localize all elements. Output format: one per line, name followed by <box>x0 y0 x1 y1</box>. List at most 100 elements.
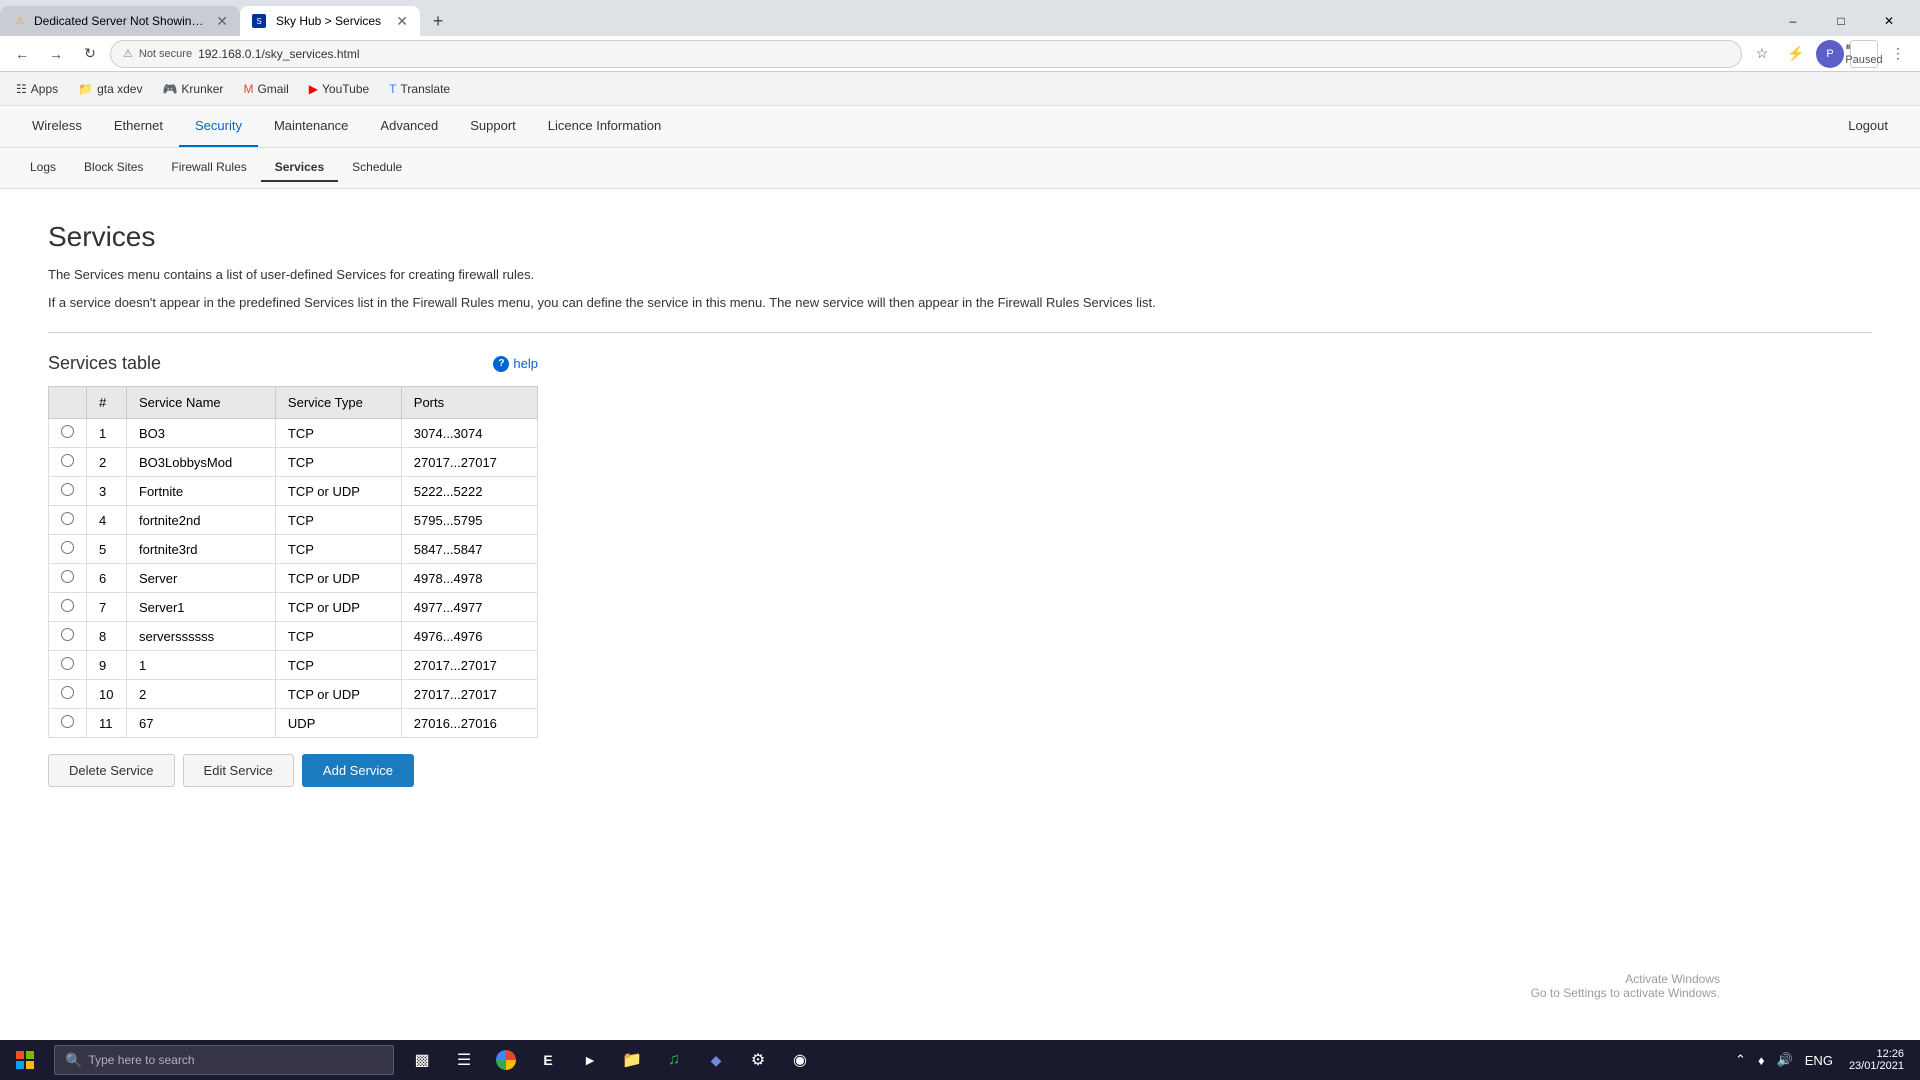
extensions-button[interactable]: ⚡ <box>1782 40 1810 68</box>
row-radio-cell[interactable] <box>49 477 87 506</box>
taskbar-app-other[interactable]: ◉ <box>780 1040 820 1080</box>
network-icon[interactable]: ♦ <box>1754 1051 1769 1070</box>
folder-icon: 📁 <box>78 82 93 96</box>
table-row[interactable]: 9 1 TCP 27017...27017 <box>49 651 538 680</box>
row-radio-9[interactable] <box>61 657 74 670</box>
subnav-services[interactable]: Services <box>261 154 338 182</box>
row-radio-cell[interactable] <box>49 535 87 564</box>
help-label: help <box>513 356 538 371</box>
row-radio-cell[interactable] <box>49 506 87 535</box>
add-service-button[interactable]: Add Service <box>302 754 414 787</box>
button-group: Delete Service Edit Service Add Service <box>48 754 1872 787</box>
table-row[interactable]: 4 fortnite2nd TCP 5795...5795 <box>49 506 538 535</box>
row-radio-cell[interactable] <box>49 709 87 738</box>
nav-security[interactable]: Security <box>179 106 258 147</box>
table-row[interactable]: 5 fortnite3rd TCP 5847...5847 <box>49 535 538 564</box>
row-radio-4[interactable] <box>61 512 74 525</box>
chevron-up-icon[interactable]: ⌃ <box>1731 1050 1750 1070</box>
row-radio-6[interactable] <box>61 570 74 583</box>
table-row[interactable]: 10 2 TCP or UDP 27017...27017 <box>49 680 538 709</box>
row-radio-7[interactable] <box>61 599 74 612</box>
nav-support[interactable]: Support <box>454 106 532 147</box>
table-row[interactable]: 6 Server TCP or UDP 4978...4978 <box>49 564 538 593</box>
taskbar-search-input[interactable] <box>88 1053 383 1067</box>
taskbar-app-chrome[interactable] <box>486 1040 526 1080</box>
table-row[interactable]: 11 67 UDP 27016...27016 <box>49 709 538 738</box>
row-radio-5[interactable] <box>61 541 74 554</box>
speaker-icon[interactable]: 🔊 <box>1773 1050 1797 1070</box>
bookmark-button[interactable]: ☆ <box>1748 40 1776 68</box>
taskbar-app-files[interactable]: 📁 <box>612 1040 652 1080</box>
router-nav-sub: Logs Block Sites Firewall Rules Services… <box>0 148 1920 188</box>
nav-advanced[interactable]: Advanced <box>364 106 454 147</box>
tab-1-close[interactable]: ✕ <box>216 14 228 28</box>
bookmark-gmail[interactable]: M Gmail <box>235 78 296 100</box>
taskbar-app-epic[interactable]: E <box>528 1040 568 1080</box>
nav-logout[interactable]: Logout <box>1832 106 1904 147</box>
table-row[interactable]: 7 Server1 TCP or UDP 4977...4977 <box>49 593 538 622</box>
subnav-firewall[interactable]: Firewall Rules <box>157 154 260 182</box>
taskbar-app-steam[interactable]: ► <box>570 1040 610 1080</box>
tab-1[interactable]: ⚠ Dedicated Server Not Showing U... ✕ <box>0 6 240 36</box>
lang-indicator[interactable]: ENG <box>1801 1051 1837 1070</box>
row-type: UDP <box>275 709 401 738</box>
col-header-num: # <box>87 387 127 419</box>
bookmark-youtube[interactable]: ▶ YouTube <box>301 78 377 100</box>
forward-button[interactable]: → <box>42 40 70 68</box>
bookmark-krunker[interactable]: 🎮 Krunker <box>154 78 231 100</box>
profile-button[interactable]: P <box>1816 40 1844 68</box>
nav-wireless[interactable]: Wireless <box>16 106 98 147</box>
table-row[interactable]: 3 Fortnite TCP or UDP 5222...5222 <box>49 477 538 506</box>
new-tab-button[interactable]: + <box>424 7 452 35</box>
row-radio-8[interactable] <box>61 628 74 641</box>
row-radio-cell[interactable] <box>49 651 87 680</box>
row-radio-cell[interactable] <box>49 680 87 709</box>
taskbar-clock[interactable]: 12:26 23/01/2021 <box>1841 1048 1912 1072</box>
subnav-logs[interactable]: Logs <box>16 154 70 182</box>
start-button[interactable] <box>0 1040 50 1080</box>
row-radio-1[interactable] <box>61 425 74 438</box>
row-num: 3 <box>87 477 127 506</box>
bookmark-gta[interactable]: 📁 gta xdev <box>70 78 150 100</box>
subnav-schedule[interactable]: Schedule <box>338 154 416 182</box>
maximize-button[interactable]: □ <box>1818 6 1864 36</box>
taskview-button[interactable]: ▩ <box>402 1040 442 1080</box>
taskbar-app-spotify[interactable]: ♫ <box>654 1040 694 1080</box>
row-radio-10[interactable] <box>61 686 74 699</box>
row-type: TCP <box>275 419 401 448</box>
url-bar[interactable]: ⚠ Not secure 192.168.0.1/sky_services.ht… <box>110 40 1742 68</box>
row-radio-cell[interactable] <box>49 593 87 622</box>
taskbar-search-bar[interactable]: 🔍 <box>54 1045 394 1075</box>
refresh-button[interactable]: ↻ <box>76 40 104 68</box>
subnav-blocksites[interactable]: Block Sites <box>70 154 157 182</box>
taskbar-app-discord[interactable]: ◆ <box>696 1040 736 1080</box>
table-row[interactable]: 1 BO3 TCP 3074...3074 <box>49 419 538 448</box>
row-radio-11[interactable] <box>61 715 74 728</box>
delete-service-button[interactable]: Delete Service <box>48 754 175 787</box>
row-radio-cell[interactable] <box>49 448 87 477</box>
bookmark-apps[interactable]: ☷ Apps <box>8 78 66 100</box>
tab-2[interactable]: S Sky Hub > Services ✕ <box>240 6 420 36</box>
table-row[interactable]: 8 serverssssss TCP 4976...4976 <box>49 622 538 651</box>
bookmark-translate[interactable]: T Translate <box>381 78 458 100</box>
taskbar-app-settings[interactable]: ⚙ <box>738 1040 778 1080</box>
row-radio-cell[interactable] <box>49 622 87 651</box>
help-link[interactable]: ? help <box>493 356 538 372</box>
menu-button[interactable]: ⋮ <box>1884 40 1912 68</box>
edit-service-button[interactable]: Edit Service <box>183 754 294 787</box>
minimize-button[interactable]: – <box>1770 6 1816 36</box>
row-radio-cell[interactable] <box>49 564 87 593</box>
row-radio-3[interactable] <box>61 483 74 496</box>
close-button[interactable]: ✕ <box>1866 6 1912 36</box>
row-radio-2[interactable] <box>61 454 74 467</box>
taskbar-app-1[interactable]: ☰ <box>444 1040 484 1080</box>
back-button[interactable]: ← <box>8 40 36 68</box>
table-row[interactable]: 2 BO3LobbysMod TCP 27017...27017 <box>49 448 538 477</box>
nav-maintenance[interactable]: Maintenance <box>258 106 364 147</box>
row-radio-cell[interactable] <box>49 419 87 448</box>
nav-ethernet[interactable]: Ethernet <box>98 106 179 147</box>
nav-licence[interactable]: Licence Information <box>532 106 677 147</box>
paused-button[interactable]: ⏸ Paused <box>1850 40 1878 68</box>
tab-2-close[interactable]: ✕ <box>396 14 408 28</box>
services-table: # Service Name Service Type Ports 1 BO3 … <box>48 386 538 738</box>
